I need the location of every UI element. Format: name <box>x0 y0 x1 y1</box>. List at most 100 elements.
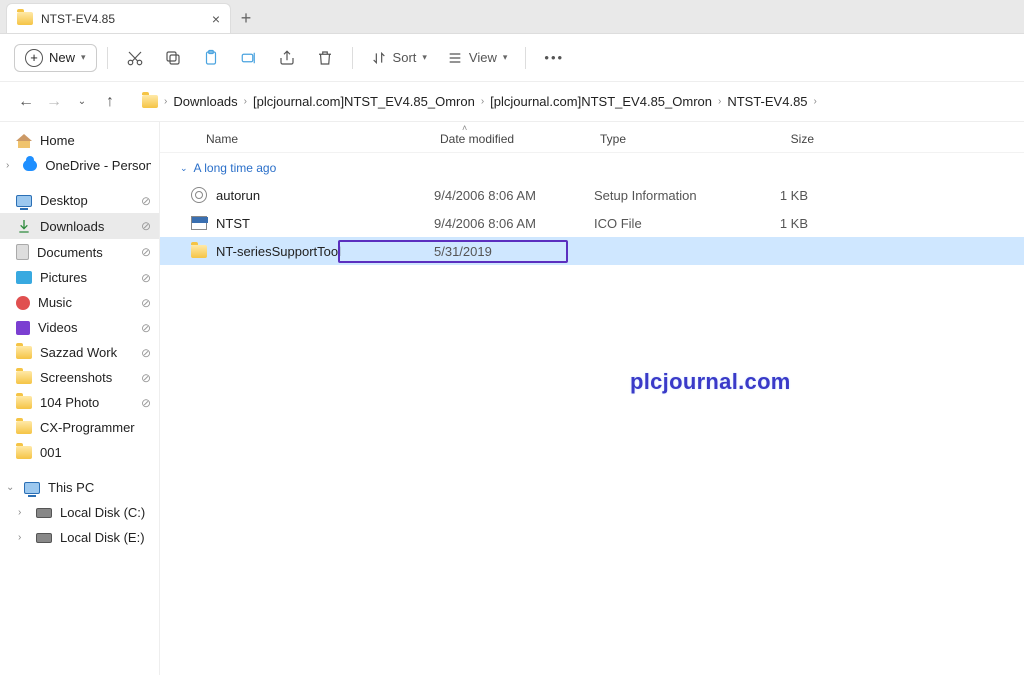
sidebar-item-videos[interactable]: Videos ⊘ <box>0 315 159 340</box>
col-size[interactable]: Size <box>744 132 814 146</box>
sidebar-item-diskc[interactable]: ›Local Disk (C:) <box>0 500 159 525</box>
sidebar-item-label: Home <box>40 133 75 148</box>
file-row-ntst[interactable]: NTST 9/4/2006 8:06 AM ICO File 1 KB <box>160 209 1024 237</box>
file-date: 5/31/2019 <box>434 244 594 259</box>
pin-icon: ⊘ <box>141 371 151 385</box>
setup-info-icon <box>190 186 208 204</box>
pin-icon: ⊘ <box>141 271 151 285</box>
chevron-down-icon: ▾ <box>503 52 508 63</box>
breadcrumb-label: Downloads <box>173 94 237 109</box>
pin-icon: ⊘ <box>141 321 151 335</box>
sidebar-item-label: Local Disk (C:) <box>60 505 145 520</box>
group-header[interactable]: ⌄ A long time ago <box>160 153 1024 181</box>
up-button[interactable]: ↑ <box>98 90 122 114</box>
sidebar-item-001[interactable]: 001 <box>0 440 159 465</box>
file-size: 1 KB <box>738 188 808 203</box>
sidebar-item-label: This PC <box>48 480 94 495</box>
cut-icon <box>126 49 144 67</box>
share-button[interactable] <box>270 43 304 73</box>
column-headers: Name ˄Date modified Type Size <box>160 126 1024 153</box>
sidebar-item-onedrive[interactable]: ›OneDrive - Personal <box>0 153 159 178</box>
sidebar-item-label: CX-Programmer <box>40 420 135 435</box>
pictures-icon <box>16 271 32 284</box>
folder-icon <box>16 371 32 384</box>
sidebar-item-label: Pictures <box>40 270 87 285</box>
paste-button[interactable] <box>194 43 228 73</box>
address-bar[interactable]: › Downloads› [plcjournal.com]NTST_EV4.85… <box>136 90 1010 113</box>
file-date: 9/4/2006 8:06 AM <box>434 188 594 203</box>
sidebar-item-home[interactable]: Home <box>0 128 159 153</box>
new-button[interactable]: + New ▾ <box>14 44 97 72</box>
folder-icon <box>16 446 32 459</box>
separator <box>107 47 108 69</box>
file-row-autorun[interactable]: autorun 9/4/2006 8:06 AM Setup Informati… <box>160 181 1024 209</box>
sort-ascending-icon: ˄ <box>462 123 467 133</box>
breadcrumb-level2[interactable]: [plcjournal.com]NTST_EV4.85_Omron› <box>490 94 723 109</box>
body: Home ›OneDrive - Personal Desktop ⊘ Downl… <box>0 122 1024 675</box>
sidebar-item-desktop[interactable]: Desktop ⊘ <box>0 188 159 213</box>
sidebar-item-screenshots[interactable]: Screenshots⊘ <box>0 365 159 390</box>
pin-icon: ⊘ <box>141 194 151 208</box>
sidebar: Home ›OneDrive - Personal Desktop ⊘ Downl… <box>0 122 160 675</box>
sidebar-item-music[interactable]: Music⊘ <box>0 290 159 315</box>
sidebar-item-label: Videos <box>38 320 78 335</box>
file-row-nt-series-support-tool[interactable]: NT-seriesSupportTool 5/31/2019 <box>160 237 1024 265</box>
monitor-icon <box>24 482 40 494</box>
chevron-down-icon: ▾ <box>422 52 427 63</box>
download-icon <box>16 218 32 234</box>
file-type: ICO File <box>594 216 738 231</box>
recent-button[interactable]: ⌄ <box>70 90 94 114</box>
plus-icon: + <box>25 49 43 67</box>
copy-button[interactable] <box>156 43 190 73</box>
breadcrumb-downloads[interactable]: Downloads› <box>173 94 249 109</box>
sidebar-item-thispc[interactable]: ⌄ This PC <box>0 475 159 500</box>
videos-icon <box>16 321 30 335</box>
music-icon <box>16 296 30 310</box>
more-button[interactable]: ••• <box>536 44 572 71</box>
breadcrumb-level1[interactable]: [plcjournal.com]NTST_EV4.85_Omron› <box>253 94 486 109</box>
sidebar-item-label: Local Disk (E:) <box>60 530 145 545</box>
tab-strip: NTST-EV4.85 × + <box>0 0 1024 34</box>
sidebar-item-label: 001 <box>40 445 62 460</box>
separator <box>525 47 526 69</box>
forward-button[interactable]: → <box>42 90 66 114</box>
sidebar-item-label: 104 Photo <box>40 395 99 410</box>
sidebar-item-diske[interactable]: ›Local Disk (E:) <box>0 525 159 550</box>
sort-button[interactable]: Sort ▾ <box>363 44 435 72</box>
browser-tab[interactable]: NTST-EV4.85 × <box>6 3 231 33</box>
back-button[interactable]: ← <box>14 90 38 114</box>
sidebar-item-documents[interactable]: Documents⊘ <box>0 239 159 265</box>
rename-button[interactable] <box>232 43 266 73</box>
sidebar-item-pictures[interactable]: Pictures ⊘ <box>0 265 159 290</box>
sidebar-item-sazzad[interactable]: Sazzad Work⊘ <box>0 340 159 365</box>
share-icon <box>278 49 296 67</box>
sidebar-item-104photo[interactable]: 104 Photo⊘ <box>0 390 159 415</box>
toolbar: + New ▾ Sort ▾ View ▾ ••• <box>0 34 1024 82</box>
chevron-down-icon: ⌄ <box>6 482 16 493</box>
sidebar-item-label: Downloads <box>40 219 104 234</box>
col-name[interactable]: Name <box>206 132 440 146</box>
close-tab-icon[interactable]: × <box>212 11 220 27</box>
paste-icon <box>202 49 220 67</box>
col-type[interactable]: Type <box>600 132 744 146</box>
view-button[interactable]: View ▾ <box>439 44 515 72</box>
col-label: Type <box>600 132 626 146</box>
copy-icon <box>164 49 182 67</box>
view-icon <box>447 50 463 66</box>
folder-icon <box>190 242 208 260</box>
sidebar-item-label: Desktop <box>40 193 88 208</box>
sidebar-item-cxprogrammer[interactable]: CX-Programmer <box>0 415 159 440</box>
cut-button[interactable] <box>118 43 152 73</box>
new-tab-button[interactable]: + <box>231 3 261 33</box>
file-name: autorun <box>216 188 434 203</box>
disk-icon <box>36 533 52 543</box>
sidebar-item-downloads[interactable]: Downloads⊘ <box>0 213 159 239</box>
file-name: NTST <box>216 216 434 231</box>
breadcrumb-current[interactable]: NTST-EV4.85› <box>727 94 819 109</box>
breadcrumb-sep[interactable]: › <box>162 96 169 107</box>
col-date[interactable]: ˄Date modified <box>440 132 600 146</box>
folder-icon <box>16 346 32 359</box>
col-label: Date modified <box>440 132 514 146</box>
delete-button[interactable] <box>308 43 342 73</box>
sort-icon <box>371 50 387 66</box>
